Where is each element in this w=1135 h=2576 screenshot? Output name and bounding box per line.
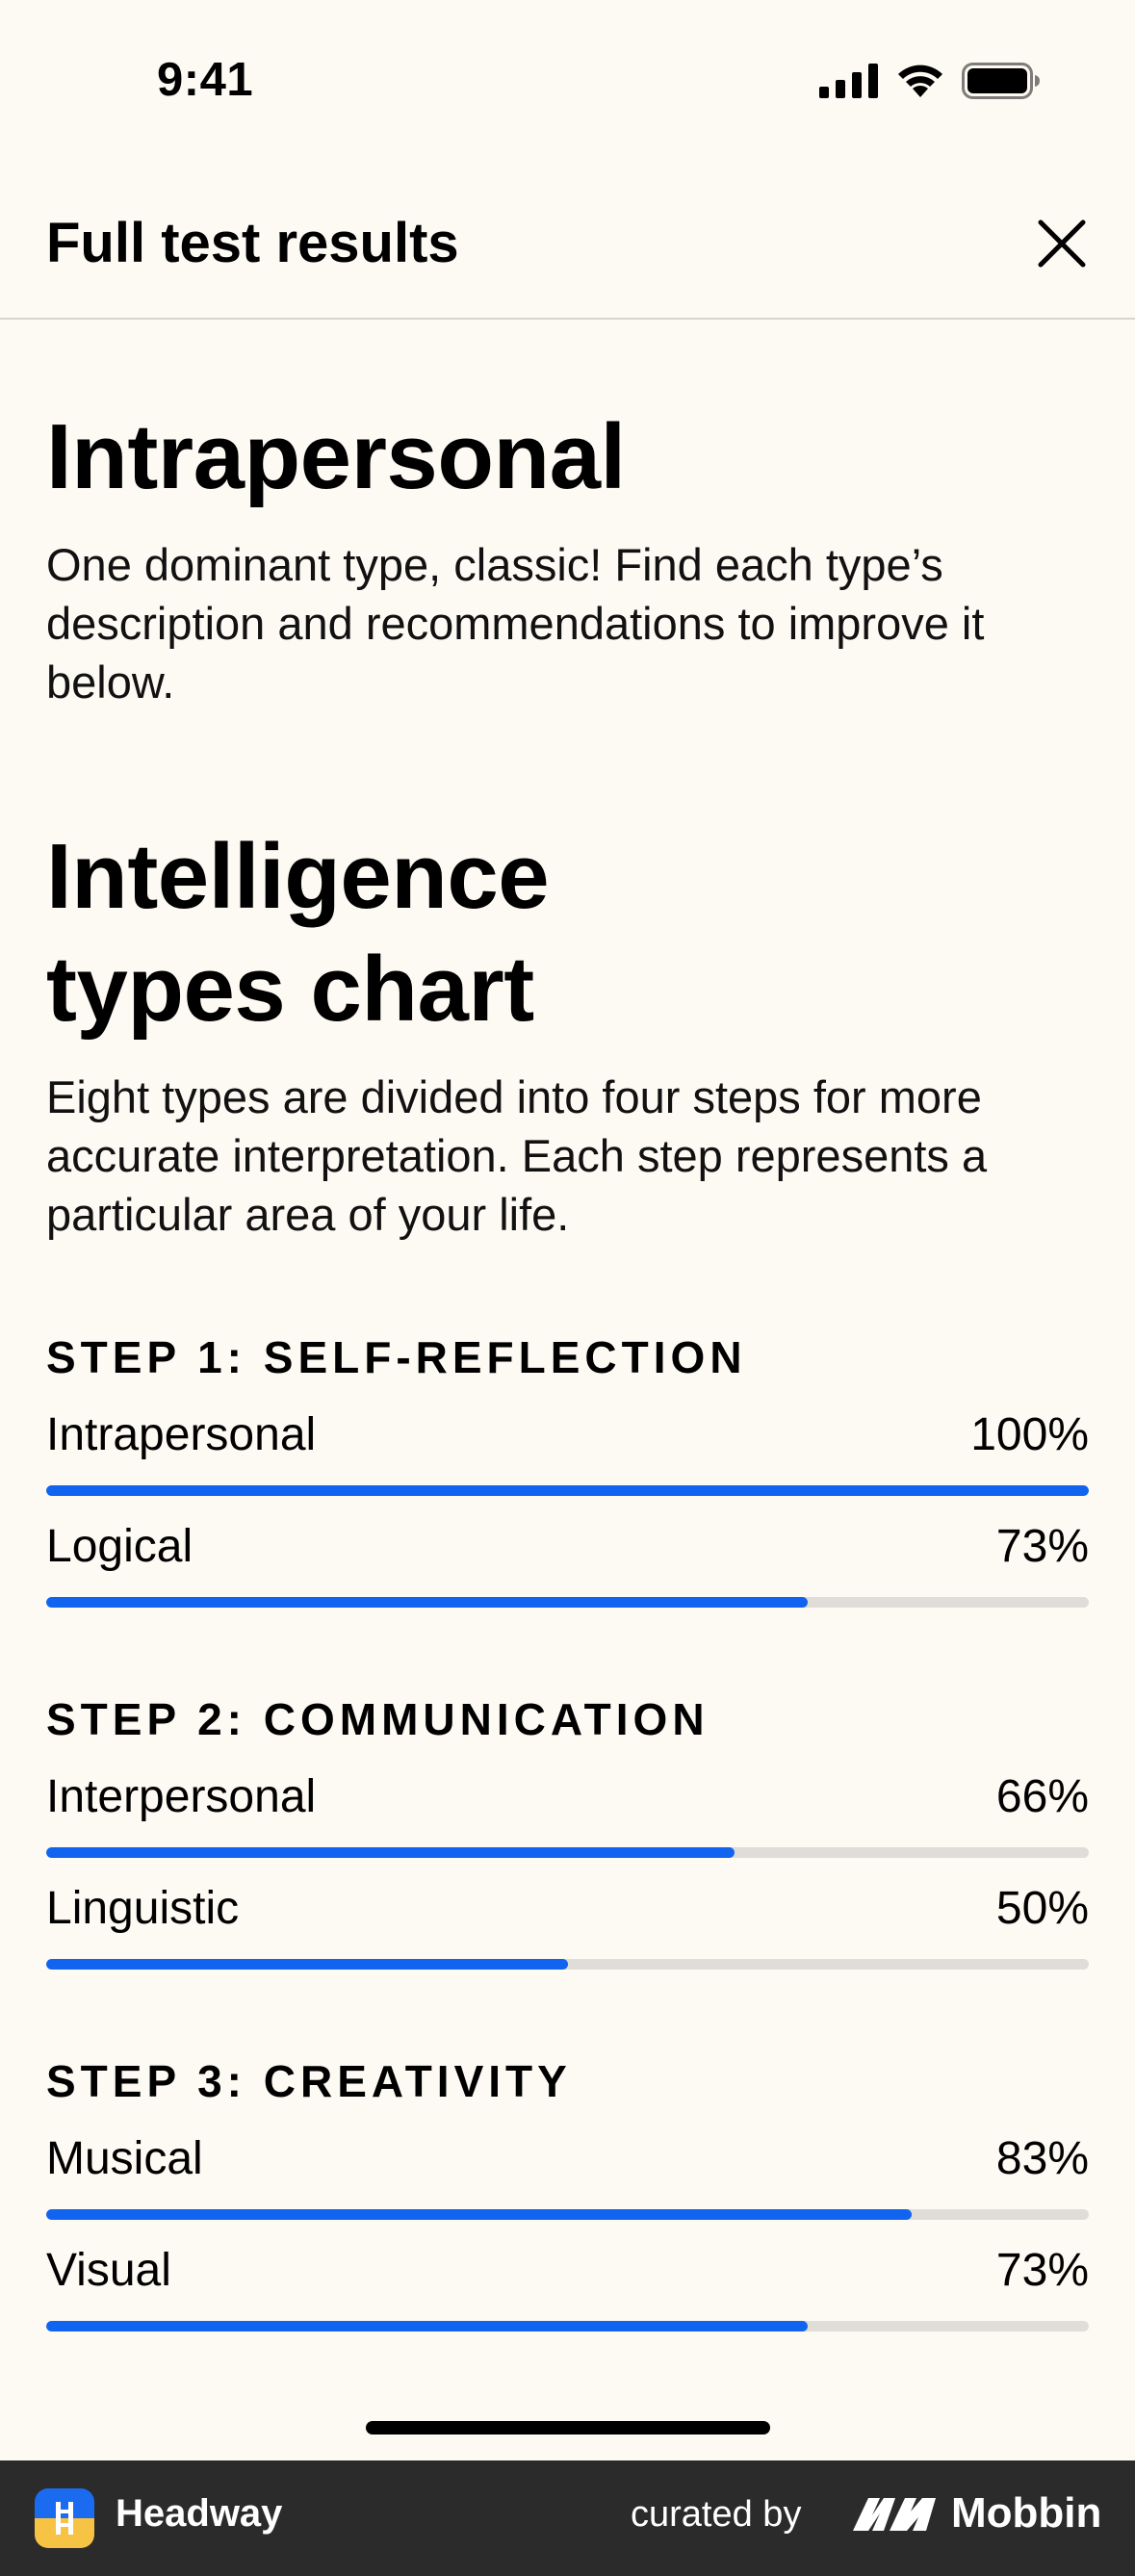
step-communication: STEP 2: COMMUNICATION Interpersonal 66% … bbox=[46, 1692, 1089, 1970]
result-title: Intrapersonal bbox=[46, 405, 626, 508]
type-percent: 73% bbox=[995, 1521, 1089, 1572]
step-title: STEP 2: COMMUNICATION bbox=[46, 1694, 709, 1744]
type-label: Logical bbox=[46, 1521, 193, 1572]
progress-fill bbox=[46, 1597, 808, 1608]
step-title: STEP 3: CREATIVITY bbox=[46, 2056, 572, 2106]
status-bar: 9:41 bbox=[0, 0, 1135, 168]
headway-app-icon bbox=[35, 2488, 94, 2548]
type-label: Interpersonal bbox=[46, 1771, 317, 1822]
progress-track bbox=[46, 1597, 1089, 1608]
progress-fill bbox=[46, 1485, 1089, 1496]
progress-track bbox=[46, 1959, 1089, 1970]
type-percent: 83% bbox=[995, 2133, 1089, 2184]
footer-curated-by: curated by bbox=[631, 2494, 802, 2535]
wifi-icon bbox=[898, 64, 942, 97]
type-row-visual: Visual 73% bbox=[46, 2244, 1089, 2331]
header: Full test results bbox=[0, 168, 1135, 320]
type-label: Linguistic bbox=[46, 1883, 240, 1934]
type-row-logical: Logical 73% bbox=[46, 1520, 1089, 1608]
type-percent: 66% bbox=[995, 1771, 1089, 1822]
progress-fill bbox=[46, 1847, 735, 1858]
step-self-reflection: STEP 1: SELF-REFLECTION Intrapersonal 10… bbox=[46, 1330, 1089, 1608]
footer-bar: Headway curated by Mobbin bbox=[0, 2460, 1135, 2576]
chart-title-line-1: Intelligence bbox=[46, 825, 550, 928]
main-content: Intrapersonal One dominant type, classic… bbox=[46, 320, 1089, 2416]
type-label: Visual bbox=[46, 2245, 171, 2296]
footer-app-name: Headway bbox=[116, 2492, 283, 2535]
progress-track bbox=[46, 2321, 1089, 2331]
status-icons bbox=[819, 63, 1041, 99]
type-percent: 50% bbox=[995, 1883, 1089, 1934]
progress-fill bbox=[46, 2321, 808, 2331]
footer-brand-name: Mobbin bbox=[951, 2489, 1102, 2537]
steps-list: STEP 1: SELF-REFLECTION Intrapersonal 10… bbox=[46, 1330, 1089, 2331]
result-description: One dominant type, classic! Find each ty… bbox=[46, 539, 985, 708]
chart-description: Eight types are divided into four steps … bbox=[46, 1071, 988, 1240]
close-icon bbox=[1038, 219, 1086, 268]
type-label: Intrapersonal bbox=[46, 1409, 317, 1460]
step-title: STEP 1: SELF-REFLECTION bbox=[46, 1332, 747, 1382]
progress-track bbox=[46, 2209, 1089, 2220]
close-button[interactable] bbox=[1035, 217, 1089, 270]
progress-fill bbox=[46, 2209, 912, 2220]
chart-title-line-2: types chart bbox=[46, 938, 534, 1041]
type-percent: 100% bbox=[970, 1409, 1089, 1460]
chart-title: Intelligence types chart bbox=[46, 820, 1089, 1045]
cellular-signal-icon bbox=[819, 64, 878, 98]
progress-track bbox=[46, 1847, 1089, 1858]
status-time: 9:41 bbox=[157, 54, 254, 106]
type-row-linguistic: Linguistic 50% bbox=[46, 1882, 1089, 1970]
step-creativity: STEP 3: CREATIVITY Musical 83% Visual 73… bbox=[46, 2054, 1089, 2331]
type-percent: 73% bbox=[995, 2245, 1089, 2296]
type-label: Musical bbox=[46, 2133, 203, 2184]
header-title: Full test results bbox=[46, 212, 459, 274]
type-row-interpersonal: Interpersonal 66% bbox=[46, 1770, 1089, 1858]
home-indicator bbox=[366, 2421, 770, 2434]
battery-icon bbox=[962, 63, 1040, 99]
mobbin-logo-icon bbox=[853, 2498, 936, 2531]
type-row-intrapersonal: Intrapersonal 100% bbox=[46, 1408, 1089, 1496]
type-row-musical: Musical 83% bbox=[46, 2132, 1089, 2220]
progress-fill bbox=[46, 1959, 568, 1970]
progress-track bbox=[46, 1485, 1089, 1496]
footer-brand: Mobbin bbox=[851, 2489, 1101, 2537]
